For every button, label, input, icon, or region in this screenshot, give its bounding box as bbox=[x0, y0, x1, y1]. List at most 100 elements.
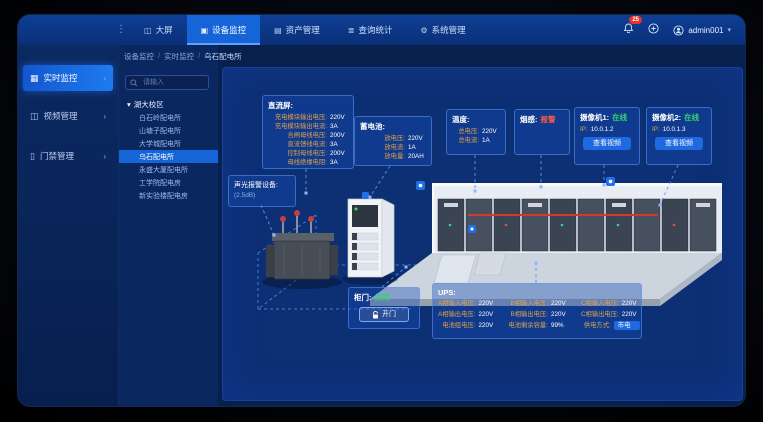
field-label: 供电方式: bbox=[581, 321, 611, 330]
user-menu[interactable]: admin001 ▾ bbox=[673, 25, 731, 36]
sidebar-item-access-control[interactable]: ▯ 门禁管理 › bbox=[23, 143, 113, 169]
ups-column-b: B相输入电压:220V B相输出电压:220V 电池剩余容量:99% bbox=[508, 299, 569, 330]
tab-label: 查询统计 bbox=[358, 24, 392, 36]
view-video-button[interactable]: 查看视频 bbox=[655, 137, 703, 150]
field-value: 3A bbox=[330, 140, 348, 149]
field-value: 220V bbox=[551, 310, 569, 319]
dc-screen-panel: 直流屏: 充电模块输出电压:220V 充电模块输出电流:3A 合闸母线电压:20… bbox=[262, 95, 354, 169]
station-tree: ▾ 湖大校区 白石岭配电所 山塘子配电所 大学城配电所 乌石配电所 永盛大厦配电… bbox=[119, 97, 218, 202]
field-value: 1A bbox=[482, 136, 500, 145]
field-label: 电池组电压: bbox=[438, 321, 475, 330]
power-mode-badge: 市电 bbox=[614, 321, 640, 330]
field-value: 220V bbox=[622, 310, 640, 319]
field-value: 220V bbox=[330, 113, 348, 122]
video-icon: ◫ bbox=[30, 111, 39, 122]
panel-title: 直流屏: bbox=[268, 100, 348, 111]
device-frame: ⋮ ◫ 大屏 ▣ 设备监控 ▤ 资产管理 ≣ 查询统计 ⚙ 系统管理 bbox=[0, 0, 763, 422]
sidebar-item-label: 视频管理 bbox=[44, 110, 78, 122]
ups-column-c: C相输入电压:220V C相输出电压:220V 供电方式:市电 bbox=[581, 299, 640, 330]
field-value: 220V bbox=[478, 321, 496, 330]
field-label: 合闸母线电压: bbox=[268, 131, 327, 140]
field-label: 电池剩余容量: bbox=[508, 321, 548, 330]
fullscreen-button[interactable] bbox=[648, 21, 659, 39]
tree-item[interactable]: 大学城配电所 bbox=[119, 137, 218, 150]
ip-label: IP: bbox=[652, 125, 660, 134]
sidebar-item-video-management[interactable]: ◫ 视频管理 › bbox=[23, 103, 113, 129]
tree-item-active[interactable]: 乌石配电所 bbox=[119, 150, 218, 163]
panel-title: 摄像机2: bbox=[652, 112, 681, 123]
breadcrumb: 设备监控 / 实时监控 / 乌石配电所 bbox=[124, 51, 242, 62]
bell-icon bbox=[623, 23, 634, 34]
open-door-button[interactable]: 开门 bbox=[359, 307, 409, 322]
search-input[interactable] bbox=[141, 78, 204, 87]
tab-query-statistics[interactable]: ≣ 查询统计 bbox=[334, 15, 407, 45]
field-value: 220V bbox=[478, 310, 496, 319]
tree-parent-node[interactable]: ▾ 湖大校区 bbox=[119, 97, 218, 111]
breadcrumb-item-current: 乌石配电所 bbox=[204, 51, 242, 62]
camera-status: 在线 bbox=[612, 112, 627, 123]
field-value: 3A bbox=[330, 122, 348, 131]
field-value: 3A bbox=[330, 158, 348, 167]
field-value: 220V bbox=[482, 127, 500, 136]
tab-device-monitor[interactable]: ▣ 设备监控 bbox=[187, 15, 261, 45]
tree-collapse-icon: ▾ bbox=[127, 100, 131, 109]
tab-system-management[interactable]: ⚙ 系统管理 bbox=[406, 15, 479, 45]
tree-item[interactable]: 新实验楼配电房 bbox=[119, 189, 218, 202]
user-avatar-icon bbox=[673, 25, 684, 36]
field-value: 220V bbox=[622, 299, 640, 308]
panel-title: 温度: bbox=[452, 114, 500, 125]
open-door-label: 开门 bbox=[382, 309, 396, 320]
sidebar-item-label: 实时监控 bbox=[44, 72, 78, 84]
navbar-right: 25 admin001 ▾ bbox=[623, 15, 731, 45]
tab-dashboard[interactable]: ◫ 大屏 bbox=[130, 15, 187, 45]
ip-label: IP: bbox=[580, 125, 588, 134]
tree-item[interactable]: 工学院配电房 bbox=[119, 176, 218, 189]
primary-sidebar: ▦ 实时监控 › ◫ 视频管理 › ▯ 门禁管理 › bbox=[18, 45, 118, 406]
field-label: C相输入电压: bbox=[581, 299, 619, 308]
notification-badge: 25 bbox=[629, 16, 642, 24]
ups-panel: UPS: A相输入电压:220V A相输出电压:220V 电池组电压:220V … bbox=[432, 283, 642, 339]
alarm-device-label: 声光报警设备: bbox=[234, 180, 290, 190]
camera-status: 在线 bbox=[684, 112, 699, 123]
username: admin001 bbox=[688, 26, 723, 35]
door-icon: ▯ bbox=[30, 151, 35, 162]
breadcrumb-separator: / bbox=[198, 51, 200, 62]
field-value: 200V bbox=[330, 131, 348, 140]
breadcrumb-item[interactable]: 设备监控 bbox=[124, 51, 154, 62]
app-window: ⋮ ◫ 大屏 ▣ 设备监控 ▤ 资产管理 ≣ 查询统计 ⚙ 系统管理 bbox=[18, 15, 745, 406]
tab-asset-management[interactable]: ▤ 资产管理 bbox=[260, 15, 334, 45]
open-door-icon bbox=[372, 311, 379, 319]
field-label: 放电压: bbox=[360, 134, 405, 143]
station-tree-panel: ▾ 湖大校区 白石岭配电所 山塘子配电所 大学城配电所 乌石配电所 永盛大厦配电… bbox=[118, 45, 218, 406]
sidebar-item-label: 门禁管理 bbox=[40, 150, 74, 162]
tree-item[interactable]: 白石岭配电所 bbox=[119, 111, 218, 124]
ip-value: 10.0.1.3 bbox=[663, 125, 686, 134]
breadcrumb-item[interactable]: 实时监控 bbox=[164, 51, 194, 62]
panel-title: UPS: bbox=[438, 288, 636, 297]
field-label: 充电模块输出电流: bbox=[268, 122, 327, 131]
field-value: 99% bbox=[551, 321, 569, 330]
field-label: 直流馈线电流: bbox=[268, 140, 327, 149]
sidebar-item-realtime-monitor[interactable]: ▦ 实时监控 › bbox=[23, 65, 113, 91]
field-label: 放电量: bbox=[360, 152, 405, 161]
field-label: 母线绝缘电阻: bbox=[268, 158, 327, 167]
panel-title: 蓄电池: bbox=[360, 121, 426, 132]
cabinet-door-panel: 柜门: 关闭 开门 bbox=[348, 287, 420, 329]
asset-icon: ▤ bbox=[274, 26, 282, 35]
tree-item[interactable]: 永盛大厦配电所 bbox=[119, 163, 218, 176]
smoke-sensor-panel: 烟感: 报警 bbox=[514, 109, 570, 155]
field-label: A相输入电压: bbox=[438, 299, 475, 308]
top-navbar: ⋮ ◫ 大屏 ▣ 设备监控 ▤ 资产管理 ≣ 查询统计 ⚙ 系统管理 bbox=[18, 15, 745, 45]
ip-value: 10.0.1.2 bbox=[591, 125, 614, 134]
view-video-button[interactable]: 查看视频 bbox=[583, 137, 631, 150]
fullscreen-icon bbox=[648, 23, 659, 34]
field-value: 1A bbox=[408, 143, 426, 152]
chevron-right-icon: › bbox=[103, 74, 106, 83]
tree-item[interactable]: 山塘子配电所 bbox=[119, 124, 218, 137]
field-label: C相输出电压: bbox=[581, 310, 619, 319]
field-value: 220V bbox=[408, 134, 426, 143]
notifications-button[interactable]: 25 bbox=[623, 21, 634, 39]
field-value: 220V bbox=[478, 299, 496, 308]
menu-collapse-icon[interactable]: ⋮ bbox=[116, 23, 126, 37]
field-label: 控制母线电压: bbox=[268, 149, 327, 158]
